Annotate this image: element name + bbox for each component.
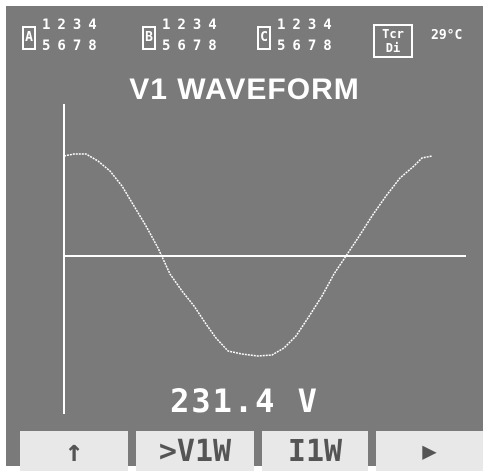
up-arrow-icon: ↑: [64, 433, 84, 469]
next-softkey[interactable]: ▶: [376, 431, 483, 471]
voltage-reading: 231.4 V: [170, 382, 319, 420]
lcd-screen: A 1234 5678 B 1234 5678 C 1234 5678 Tcr …: [6, 6, 483, 471]
v1w-softkey[interactable]: >V1W: [136, 431, 254, 471]
next-arrow-icon: ▶: [422, 437, 437, 465]
v1w-softkey-label: >V1W: [158, 433, 232, 469]
softkey-bar: ↑ >V1W I1W ▶: [20, 431, 483, 471]
back-softkey[interactable]: ↑: [20, 431, 128, 471]
waveform-plot: [63, 104, 466, 414]
i1w-softkey[interactable]: I1W: [262, 431, 368, 471]
i1w-softkey-label: I1W: [287, 433, 343, 469]
